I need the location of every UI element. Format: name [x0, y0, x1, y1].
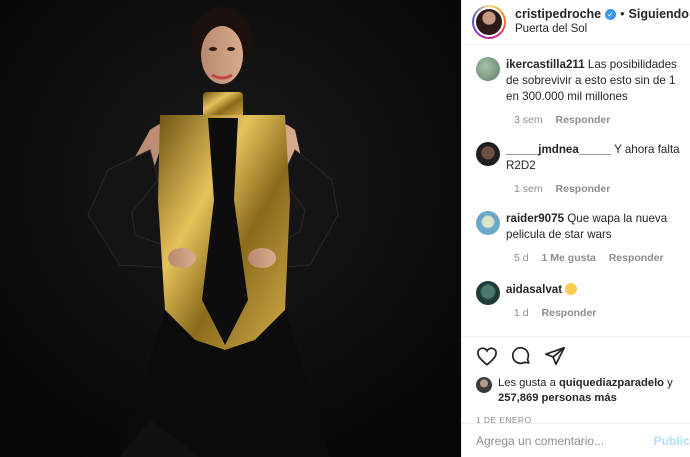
comment-time[interactable]: 5 d [514, 252, 529, 264]
likes-count[interactable]: 257,869 personas más [498, 392, 617, 404]
publish-button[interactable]: Publicar [654, 434, 690, 448]
post-actions: Les gusta a quiquediazparadelo y 257,869… [462, 336, 690, 425]
grinning-sweat-emoji-icon [565, 283, 578, 295]
comment-composer: Agrega un comentario... Publicar [462, 423, 690, 457]
comment-username[interactable]: aidasalvat [506, 283, 562, 296]
post-image [0, 0, 461, 457]
post-location[interactable]: Puerta del Sol [515, 22, 689, 37]
heart-icon[interactable] [476, 346, 498, 366]
comment-avatar[interactable] [476, 142, 500, 166]
comment-time[interactable]: 1 sem [514, 183, 543, 195]
reply-button[interactable]: Responder [542, 307, 597, 319]
comments-list: ikercastilla211 Las posibilidades de sob… [462, 45, 690, 335]
verified-badge-icon: ✓ [605, 9, 617, 20]
comment-avatar[interactable] [476, 57, 500, 81]
separator-dot: • [620, 7, 625, 21]
comment-item: _____jmdnea_____ Y ahora falta R2D2 1 se… [476, 142, 686, 195]
comment-icon[interactable] [510, 345, 532, 367]
share-icon[interactable] [544, 345, 566, 367]
liker-username[interactable]: quiquediazparadelo [559, 377, 664, 389]
comment-username[interactable]: _____jmdnea_____ [506, 143, 611, 156]
comment-time[interactable]: 1 d [514, 307, 529, 319]
comment-item: ikercastilla211 Las posibilidades de sob… [476, 57, 686, 126]
likes-summary: Les gusta a quiquediazparadelo y 257,869… [476, 376, 677, 406]
post-username[interactable]: cristipedroche [515, 7, 601, 22]
comment-item: raider9075 Que wapa la nueva pelicula de… [476, 211, 686, 264]
reply-button[interactable]: Responder [609, 252, 664, 264]
comment-username[interactable]: ikercastilla211 [506, 58, 585, 71]
comment-likes[interactable]: 1 Me gusta [542, 252, 596, 264]
post-side-panel: cristipedroche ✓ • Siguiendo Puerta del … [461, 0, 690, 457]
reply-button[interactable]: Responder [556, 114, 611, 126]
comment-item: aidasalvat 1 d Responder [476, 281, 686, 319]
post-photo[interactable] [0, 0, 461, 457]
comment-avatar[interactable] [476, 211, 500, 235]
liker-avatar[interactable] [476, 377, 492, 393]
comment-username[interactable]: raider9075 [506, 212, 564, 225]
profile-avatar[interactable] [472, 5, 506, 39]
instagram-post-view: cristipedroche ✓ • Siguiendo Puerta del … [0, 0, 690, 457]
avatar-image [476, 9, 502, 35]
post-header: cristipedroche ✓ • Siguiendo Puerta del … [462, 0, 690, 45]
reply-button[interactable]: Responder [556, 183, 611, 195]
comment-avatar[interactable] [476, 281, 500, 305]
comment-time[interactable]: 3 sem [514, 114, 543, 126]
following-button[interactable]: Siguiendo [629, 7, 689, 22]
